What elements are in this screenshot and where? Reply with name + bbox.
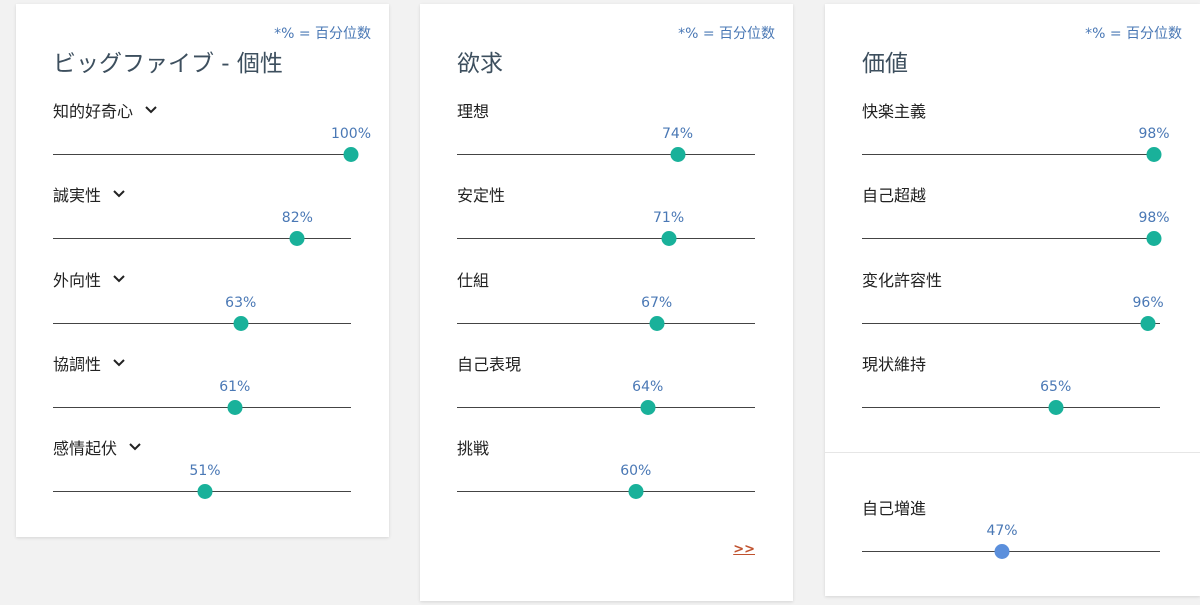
- chevron-down-icon: [113, 275, 125, 283]
- trait-label: 知的好奇心: [53, 102, 134, 121]
- slider-handle[interactable]: [670, 147, 686, 162]
- slider-track: [862, 238, 1160, 239]
- trait-row: 挑戦 60%: [457, 435, 755, 515]
- percent-label: 82%: [281, 210, 313, 226]
- trait-label: 協調性: [53, 355, 102, 374]
- slider-track: [457, 238, 755, 239]
- percent-label: 63%: [225, 295, 257, 311]
- trait-row: 外向性 63%: [53, 267, 351, 347]
- trait-row: 感情起伏 51%: [53, 435, 351, 515]
- big-five-card: *% = 百分位数 ビッグファイブ - 個性 知的好奇心 100% 誠実性 82…: [16, 4, 389, 537]
- percentile-note: *% = 百分位数: [274, 26, 371, 42]
- trait-row: 自己増進 47%: [862, 495, 1160, 575]
- percent-label: 47%: [986, 523, 1018, 539]
- trait-label: 現状維持: [862, 355, 927, 374]
- trait-row: 協調性 61%: [53, 351, 351, 431]
- trait-row: 快楽主義 98%: [862, 98, 1170, 178]
- percent-label: 98%: [1138, 210, 1170, 226]
- trait-row: 誠実性 82%: [53, 182, 351, 262]
- slider-handle[interactable]: [640, 400, 656, 415]
- percentile-note: *% = 百分位数: [678, 26, 775, 42]
- trait-label: 快楽主義: [862, 102, 927, 121]
- percent-label: 71%: [653, 210, 685, 226]
- slider-track: [862, 323, 1160, 324]
- slider-track: [457, 407, 755, 408]
- percent-label: 74%: [661, 126, 694, 142]
- trait-label: 挑戦: [457, 439, 490, 458]
- percentile-note: *% = 百分位数: [1085, 26, 1182, 42]
- trait-label: 自己超越: [862, 186, 927, 205]
- trait-row: 理想 74%: [457, 98, 755, 178]
- trait-row: 変化許容性 96%: [862, 267, 1164, 347]
- trait-label: 外向性: [53, 271, 102, 290]
- trait-label: 安定性: [457, 186, 506, 205]
- percent-label: 96%: [1132, 295, 1164, 311]
- slider-handle[interactable]: [661, 231, 677, 246]
- trait-label: 感情起伏: [53, 439, 118, 458]
- trait-row: 自己表現 64%: [457, 351, 755, 431]
- chevron-down-icon: [113, 190, 125, 198]
- slider-track: [862, 407, 1160, 408]
- trait-label: 自己表現: [457, 355, 522, 374]
- percent-label: 65%: [1040, 379, 1072, 395]
- slider-handle[interactable]: [197, 484, 213, 499]
- needs-card: *% = 百分位数 欲求 理想 74% 安定性 71% 仕組 67% 自己表現 …: [420, 4, 793, 601]
- trait-label: 理想: [457, 102, 490, 121]
- percent-label: 100%: [330, 126, 372, 142]
- needs-title: 欲求: [457, 51, 503, 77]
- slider-handle[interactable]: [1048, 400, 1064, 415]
- values-title: 価値: [862, 51, 908, 77]
- slider-handle[interactable]: [649, 316, 665, 331]
- big-five-title: ビッグファイブ - 個性: [53, 51, 283, 77]
- slider-handle[interactable]: [1146, 147, 1162, 162]
- slider-handle[interactable]: [289, 231, 305, 246]
- slider-handle[interactable]: [233, 316, 249, 331]
- trait-row: 自己超越 98%: [862, 182, 1170, 262]
- trait-row: 安定性 71%: [457, 182, 755, 262]
- slider-handle[interactable]: [227, 400, 243, 415]
- slider-track: [862, 154, 1160, 155]
- trait-row: 仕組 67%: [457, 267, 755, 347]
- section-divider: [825, 452, 1200, 453]
- percent-label: 51%: [189, 463, 221, 479]
- trait-label-dropdown[interactable]: 協調性: [53, 351, 126, 375]
- trait-label-dropdown[interactable]: 感情起伏: [53, 435, 142, 459]
- percent-label: 61%: [219, 379, 251, 395]
- trait-label-dropdown[interactable]: 誠実性: [53, 182, 126, 206]
- slider-track: [457, 491, 755, 492]
- slider-handle[interactable]: [1146, 231, 1162, 246]
- slider-track: [457, 154, 755, 155]
- slider-track: [53, 238, 351, 239]
- slider-handle[interactable]: [343, 147, 359, 162]
- trait-label: 誠実性: [53, 186, 102, 205]
- slider-track: [53, 323, 351, 324]
- trait-row: 知的好奇心 100%: [53, 98, 371, 178]
- slider-handle[interactable]: [628, 484, 644, 499]
- trait-label: 仕組: [457, 271, 490, 290]
- percent-label: 98%: [1138, 126, 1170, 142]
- values-card: *% = 百分位数 価値 快楽主義 98% 自己超越 98% 変化許容性 96%…: [825, 4, 1200, 596]
- percent-label: 60%: [620, 463, 652, 479]
- trait-label-dropdown[interactable]: 外向性: [53, 267, 126, 291]
- more-link[interactable]: >>: [733, 542, 755, 557]
- chevron-down-icon: [113, 359, 125, 367]
- slider-handle[interactable]: [994, 544, 1010, 559]
- slider-track: [53, 154, 351, 155]
- trait-label: 変化許容性: [862, 271, 943, 290]
- trait-label: 自己増進: [862, 499, 927, 518]
- trait-row: 現状維持 65%: [862, 351, 1160, 431]
- slider-track: [53, 407, 351, 408]
- slider-track: [457, 323, 755, 324]
- slider-handle[interactable]: [1140, 316, 1156, 331]
- chevron-down-icon: [129, 443, 141, 451]
- chevron-down-icon: [145, 106, 157, 114]
- slider-track: [862, 551, 1160, 552]
- percent-label: 64%: [632, 379, 664, 395]
- percent-label: 67%: [641, 295, 673, 311]
- trait-label-dropdown[interactable]: 知的好奇心: [53, 98, 158, 122]
